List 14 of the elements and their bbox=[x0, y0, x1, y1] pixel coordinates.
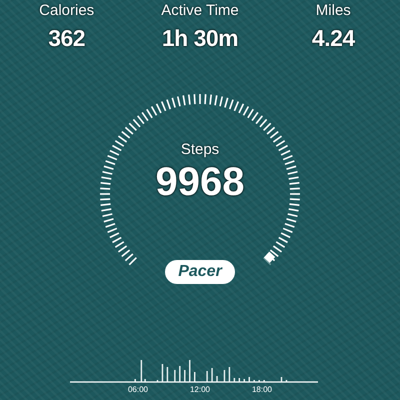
time-label: 18:00 bbox=[252, 385, 272, 394]
time-label: 06:00 bbox=[128, 385, 148, 394]
time-label: 12:00 bbox=[190, 385, 210, 394]
stat-value: 362 bbox=[48, 25, 86, 52]
pacer-logo: Pacer bbox=[165, 260, 235, 284]
steps-count: 9968 bbox=[156, 160, 244, 205]
stat-value: 1h 30m bbox=[162, 25, 238, 52]
stat-label: Active Time bbox=[161, 2, 239, 19]
stat-value: 4.24 bbox=[312, 25, 355, 52]
steps-label: Steps bbox=[180, 141, 220, 158]
stat-label: Calories bbox=[39, 2, 94, 19]
progress-marker-icon bbox=[264, 252, 276, 263]
stat-label: Miles bbox=[316, 2, 351, 19]
remaining-ticks-drawing bbox=[263, 257, 272, 266]
